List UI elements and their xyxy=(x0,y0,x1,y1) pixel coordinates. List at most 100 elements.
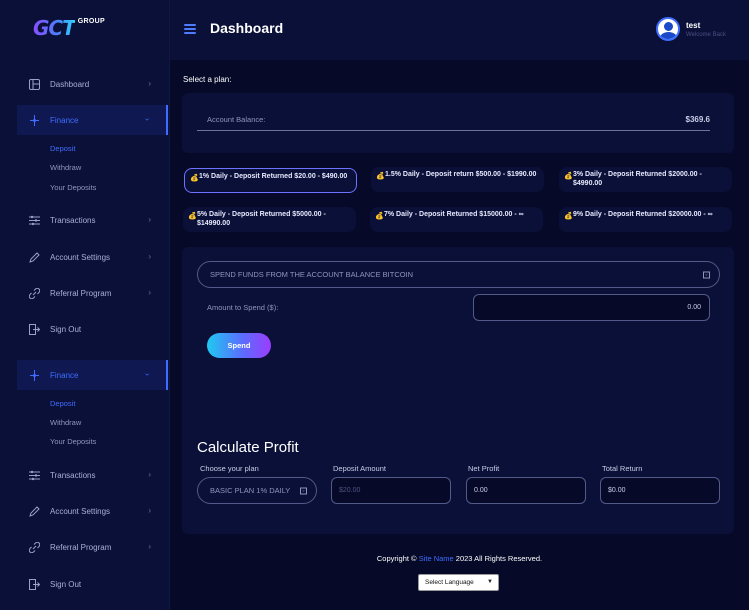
plan-option[interactable]: 💰 1% Daily - Deposit Returned $20.00 - $… xyxy=(184,168,357,193)
plan-option[interactable]: 💰 3% Daily - Deposit Returned $2000.00 -… xyxy=(559,167,732,192)
copyright-suffix: 2023 All Rights Reserved. xyxy=(455,554,543,563)
sidebar-item-label: Referral Program xyxy=(50,542,112,552)
sidebar-subitem-your-deposits[interactable]: Your Deposits xyxy=(50,183,96,192)
sidebar-item-label: Sign Out xyxy=(50,579,82,589)
plan-option[interactable]: 💰 7% Daily - Deposit Returned $15000.00 … xyxy=(370,207,543,232)
spend-source-value: SPEND FUNDS FROM THE ACCOUNT BALANCE BIT… xyxy=(210,270,414,279)
chevron-down-icon: ▼ xyxy=(487,579,493,585)
plan-option[interactable]: 💰 5% Daily - Deposit Returned $5000.00 -… xyxy=(183,207,356,232)
sidebar-item-label: Finance xyxy=(50,115,79,125)
money-bag-icon: 💰 xyxy=(564,213,573,220)
sidebar-item-label: Account Settings xyxy=(50,506,111,516)
spend-button[interactable]: Spend xyxy=(207,333,271,358)
money-bag-icon: 💰 xyxy=(564,173,573,180)
chevron-right-icon: › xyxy=(148,470,151,479)
page-title: Dashboard xyxy=(210,20,284,36)
calculator-card xyxy=(182,403,734,534)
total-return-value: $0.00 xyxy=(608,487,626,494)
deposit-amount-label: Deposit Amount xyxy=(333,464,386,473)
transactions-icon xyxy=(28,469,40,481)
plan-label: 1% Daily - Deposit Returned $20.00 - $49… xyxy=(199,173,348,180)
chevron-right-icon: › xyxy=(148,79,151,88)
chevron-right-icon: › xyxy=(148,506,151,515)
net-profit-label: Net Profit xyxy=(468,464,500,473)
sidebar-subitem-deposit[interactable]: Deposit xyxy=(50,399,75,408)
choose-plan-label: Choose your plan xyxy=(200,464,259,473)
sidebar-item-label: Dashboard xyxy=(50,79,90,89)
transactions-icon xyxy=(28,214,40,226)
money-bag-icon: 💰 xyxy=(188,213,197,220)
chevron-down-icon: › xyxy=(143,118,153,121)
account-balance-value: $369.6 xyxy=(685,115,710,124)
chevron-down-icon: › xyxy=(143,373,153,376)
plan-label: 9% Daily - Deposit Returned $20000.00 - … xyxy=(573,211,713,218)
chevron-right-icon: › xyxy=(148,252,151,261)
net-profit-field[interactable]: 0.00 xyxy=(466,477,586,504)
user-welcome: Welcome Back xyxy=(686,32,726,38)
sidebar-subitem-withdraw[interactable]: Withdraw xyxy=(50,163,81,172)
chevron-down-icon: ⌄ xyxy=(300,487,307,494)
sidebar-item-dashboard[interactable]: Dashboard › xyxy=(0,69,168,99)
deposit-amount-input[interactable]: $20.00 xyxy=(331,477,451,504)
sidebar-item-sign-out[interactable]: Sign Out xyxy=(0,314,168,344)
account-balance-label: Account Balance: xyxy=(207,115,266,124)
net-profit-value: 0.00 xyxy=(474,487,488,494)
sidebar-subitem-deposit[interactable]: Deposit xyxy=(50,144,75,153)
logo-subtext: GROUP xyxy=(77,18,105,25)
sidebar-item-label: Transactions xyxy=(50,470,96,480)
chevron-right-icon: › xyxy=(148,215,151,224)
plan-label: 1.5% Daily - Deposit return $500.00 - $1… xyxy=(385,171,537,178)
brand-logo[interactable]: GCT GROUP xyxy=(33,16,105,42)
sidebar-item-referral-program[interactable]: Referral Program › xyxy=(0,278,168,308)
finance-icon xyxy=(28,114,40,126)
plan-label: 7% Daily - Deposit Returned $15000.00 - … xyxy=(384,211,524,218)
deposit-amount-placeholder: $20.00 xyxy=(339,487,361,494)
link-icon xyxy=(28,541,40,553)
footer-copyright: Copyright © Site Name 2023 All Rights Re… xyxy=(170,554,749,563)
copyright-prefix: Copyright © xyxy=(376,554,417,563)
pencil-icon xyxy=(28,251,40,263)
choose-plan-value: BASIC PLAN 1% DAILY xyxy=(210,486,291,495)
sidebar-item-label: Finance xyxy=(50,370,79,380)
sidebar-subitem-withdraw[interactable]: Withdraw xyxy=(50,418,81,427)
plan-label: 5% Daily - Deposit Returned $5000.00 - $… xyxy=(197,211,326,227)
plan-option[interactable]: 💰 9% Daily - Deposit Returned $20000.00 … xyxy=(559,207,732,232)
avatar[interactable] xyxy=(656,17,680,41)
total-return-field[interactable]: $0.00 xyxy=(600,477,720,504)
total-return-label: Total Return xyxy=(602,464,643,473)
chevron-right-icon: › xyxy=(148,542,151,551)
amount-input[interactable]: 0.00 xyxy=(473,294,710,321)
sidebar-item-label: Account Settings xyxy=(50,252,111,262)
chevron-right-icon: › xyxy=(148,288,151,297)
money-bag-icon: 💰 xyxy=(375,213,384,220)
plan-option[interactable]: 💰 1.5% Daily - Deposit return $500.00 - … xyxy=(371,167,544,192)
logo-text: GCT xyxy=(33,16,76,40)
sidebar-item-account-settings-2[interactable]: Account Settings › xyxy=(0,496,168,526)
link-icon xyxy=(28,287,40,299)
main-content: Select a plan: Account Balance: $369.6 💰… xyxy=(170,60,749,610)
sign-out-icon xyxy=(28,578,40,590)
sidebar-item-transactions-2[interactable]: Transactions › xyxy=(0,460,168,490)
plan-label: 3% Daily - Deposit Returned $2000.00 - $… xyxy=(573,171,702,187)
menu-icon[interactable] xyxy=(184,24,196,34)
sidebar-item-sign-out-2[interactable]: Sign Out xyxy=(0,569,168,599)
language-select-value: Select Language xyxy=(425,579,474,586)
sidebar-subitem-your-deposits[interactable]: Your Deposits xyxy=(50,437,96,446)
sidebar-item-finance-2[interactable]: Finance › xyxy=(17,360,168,390)
sidebar-item-account-settings[interactable]: Account Settings › xyxy=(0,242,168,272)
amount-value: 0.00 xyxy=(687,304,701,311)
money-bag-icon: 💰 xyxy=(376,173,385,180)
sidebar-item-referral-program-2[interactable]: Referral Program › xyxy=(0,532,168,562)
choose-plan-select[interactable]: BASIC PLAN 1% DAILY ⌄ xyxy=(197,477,317,504)
calculator-title: Calculate Profit xyxy=(197,439,299,456)
divider xyxy=(197,130,710,131)
top-header: Dashboard test Welcome Back xyxy=(170,0,749,60)
sidebar-item-label: Referral Program xyxy=(50,288,112,298)
sidebar-item-transactions[interactable]: Transactions › xyxy=(0,205,168,235)
sidebar-item-label: Sign Out xyxy=(50,324,82,334)
sidebar: GCT GROUP Dashboard › Finance › Deposit … xyxy=(0,0,170,610)
spend-source-select[interactable]: SPEND FUNDS FROM THE ACCOUNT BALANCE BIT… xyxy=(197,261,720,288)
sidebar-item-finance[interactable]: Finance › xyxy=(17,105,168,135)
site-name-link[interactable]: Site Name xyxy=(419,554,454,563)
language-select[interactable]: Select Language ▼ xyxy=(418,574,499,591)
